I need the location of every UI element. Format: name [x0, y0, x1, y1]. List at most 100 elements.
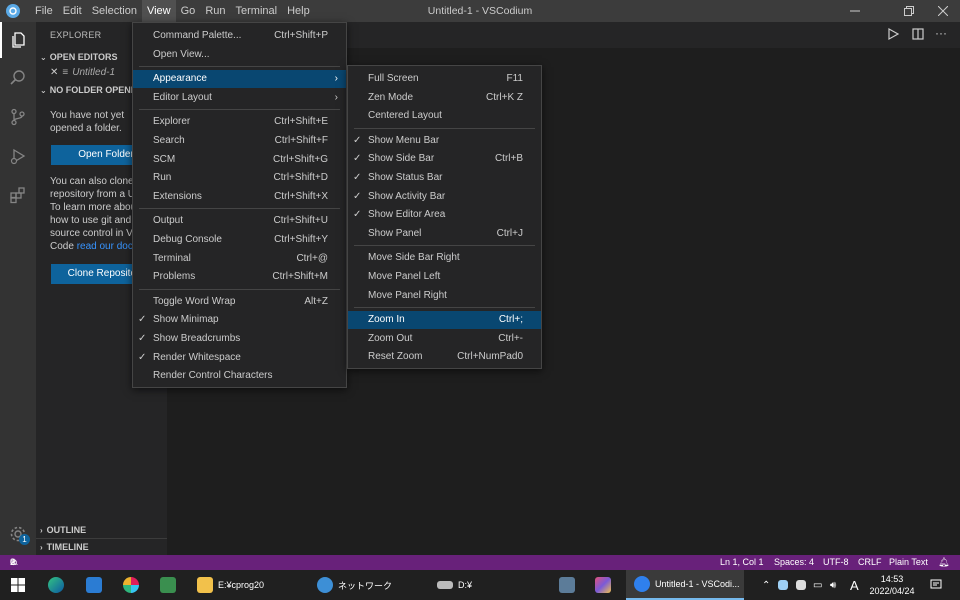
more-actions-icon[interactable]: ···	[935, 26, 947, 40]
menu-item-label: Show Editor Area	[368, 209, 446, 221]
cursor-position[interactable]: Ln 1, Col 1	[720, 555, 764, 570]
start-button[interactable]	[11, 570, 25, 600]
menu-item-shortcut: Ctrl+-	[498, 332, 523, 344]
line-endings[interactable]: CRLF	[858, 555, 882, 570]
menu-item-show-activity-bar[interactable]: ✓ Show Activity Bar	[348, 188, 541, 206]
menu-run[interactable]: Run	[200, 0, 230, 22]
menu-item-full-screen[interactable]: Full Screen F11	[348, 70, 541, 88]
app-taskbar-icon[interactable]	[160, 570, 181, 600]
menu-item-scm[interactable]: SCM Ctrl+Shift+G	[133, 151, 346, 169]
search-activity[interactable]	[0, 60, 36, 96]
network-tray-icon[interactable]: ▭	[813, 570, 822, 600]
menu-item-zen-mode[interactable]: Zen Mode Ctrl+K Z	[348, 89, 541, 107]
restore-button[interactable]	[894, 0, 924, 22]
network-icon	[317, 577, 333, 593]
menu-view[interactable]: View	[141, 0, 176, 22]
menu-go[interactable]: Go	[176, 0, 201, 22]
action-center-icon[interactable]	[930, 570, 942, 600]
menu-item-show-status-bar[interactable]: ✓ Show Status Bar	[348, 169, 541, 187]
menu-item-problems[interactable]: Problems Ctrl+Shift+M	[133, 268, 346, 286]
run-debug-icon	[10, 148, 26, 165]
warnings-count: 0	[10, 557, 16, 567]
menu-item-reset-zoom[interactable]: Reset Zoom Ctrl+NumPad0	[348, 348, 541, 366]
menu-item-editor-layout[interactable]: Editor Layout ›	[133, 89, 346, 107]
menu-item-appearance[interactable]: Appearance ›	[133, 70, 346, 89]
run-file-button[interactable]	[887, 27, 900, 43]
drive-icon	[437, 581, 453, 589]
menu-item-centered-layout[interactable]: Centered Layout	[348, 107, 541, 125]
menu-item-run[interactable]: Run Ctrl+Shift+D	[133, 169, 346, 187]
timeline-section[interactable]: › TIMELINE	[36, 538, 167, 554]
vscodium-icon	[634, 576, 650, 592]
close-icon	[938, 6, 948, 16]
calculator-taskbar-icon[interactable]	[559, 570, 580, 600]
menu-item-show-editor-area[interactable]: ✓ Show Editor Area	[348, 206, 541, 224]
paint-taskbar-icon[interactable]	[595, 570, 616, 600]
menu-file[interactable]: File	[30, 0, 58, 22]
tray-onedrive-icon[interactable]	[778, 570, 793, 600]
menu-item-move-side-bar-right[interactable]: Move Side Bar Right	[348, 249, 541, 267]
menu-selection[interactable]: Selection	[87, 0, 142, 22]
notifications-bell-icon[interactable]: 🔔︎	[938, 555, 949, 570]
menu-item-zoom-in[interactable]: Zoom In Ctrl+;	[348, 311, 541, 330]
menu-item-move-panel-left[interactable]: Move Panel Left	[348, 268, 541, 286]
menu-item-render-whitespace[interactable]: ✓ Render Whitespace	[133, 349, 346, 367]
menu-item-show-side-bar[interactable]: ✓ Show Side Bar Ctrl+B	[348, 150, 541, 168]
show-hidden-icons[interactable]: ⌃	[762, 570, 770, 600]
manage-activity[interactable]: 1	[0, 516, 36, 552]
menu-item-toggle-word-wrap[interactable]: Toggle Word Wrap Alt+Z	[133, 293, 346, 311]
volume-tray-icon[interactable]: 🔊︎	[830, 570, 836, 600]
explorer-taskbar-item[interactable]: E:¥cprog20	[197, 570, 264, 600]
network-taskbar-item[interactable]: ネットワーク	[317, 570, 392, 600]
chevron-right-icon: ›	[40, 543, 43, 552]
menu-separator	[139, 288, 340, 290]
outline-section[interactable]: › OUTLINE	[36, 522, 167, 538]
language-mode[interactable]: Plain Text	[889, 555, 928, 570]
encoding[interactable]: UTF-8	[823, 555, 849, 570]
menu-item-open-view[interactable]: Open View...	[133, 46, 346, 64]
ime-indicator[interactable]: A	[850, 570, 859, 600]
menu-item-show-minimap[interactable]: ✓ Show Minimap	[133, 311, 346, 329]
open-editor-item[interactable]: ✕ ≡ Untitled-1	[50, 66, 115, 80]
menu-item-move-panel-right[interactable]: Move Panel Right	[348, 287, 541, 305]
menu-item-shortcut: Ctrl+Shift+P	[274, 30, 328, 41]
explorer-activity[interactable]	[0, 22, 36, 58]
scm-activity[interactable]	[0, 99, 36, 135]
menu-item-label: Show Status Bar	[368, 172, 443, 183]
menu-item-output[interactable]: Output Ctrl+Shift+U	[133, 212, 346, 230]
split-editor-button[interactable]	[912, 28, 924, 43]
menu-terminal[interactable]: Terminal	[231, 0, 283, 22]
menu-item-zoom-out[interactable]: Zoom Out Ctrl+-	[348, 330, 541, 348]
close-editor-icon[interactable]: ✕	[50, 67, 58, 78]
menu-item-show-menu-bar[interactable]: ✓ Show Menu Bar	[348, 132, 541, 150]
menu-item-command-palette[interactable]: Command Palette... Ctrl+Shift+P	[133, 27, 346, 45]
menu-item-terminal[interactable]: Terminal Ctrl+@	[133, 250, 346, 268]
menu-item-search[interactable]: Search Ctrl+Shift+F	[133, 132, 346, 150]
menu-item-shortcut: Ctrl+Shift+U	[273, 215, 328, 227]
menu-item-debug-console[interactable]: Debug Console Ctrl+Shift+Y	[133, 231, 346, 249]
read-docs-link[interactable]: read our doc	[77, 241, 133, 252]
tray-app-icon[interactable]	[796, 570, 811, 600]
extensions-activity[interactable]	[0, 177, 36, 213]
menu-item-explorer[interactable]: Explorer Ctrl+Shift+E	[133, 113, 346, 131]
menu-item-shortcut: Ctrl+;	[498, 314, 523, 326]
menu-help[interactable]: Help	[282, 0, 315, 22]
mail-taskbar-icon[interactable]	[86, 570, 107, 600]
menu-item-show-panel[interactable]: Show Panel Ctrl+J	[348, 225, 541, 243]
menu-item-label: Zoom Out	[368, 332, 413, 344]
outline-label: OUTLINE	[46, 525, 87, 535]
slack-taskbar-icon[interactable]	[123, 570, 144, 600]
vscodium-taskbar-item[interactable]: Untitled-1 - VSCodi...	[626, 570, 744, 600]
drive-taskbar-item[interactable]: D:¥	[437, 570, 472, 600]
edge-taskbar-icon[interactable]	[48, 570, 69, 600]
menu-item-extensions[interactable]: Extensions Ctrl+Shift+X	[133, 188, 346, 206]
menu-item-label: Show Minimap	[153, 314, 219, 326]
menu-item-render-control-characters[interactable]: Render Control Characters	[133, 367, 346, 385]
run-debug-activity[interactable]	[0, 138, 36, 174]
indentation[interactable]: Spaces: 4	[774, 555, 814, 570]
menu-edit[interactable]: Edit	[58, 0, 87, 22]
close-button[interactable]	[928, 0, 958, 22]
clock[interactable]: 14:53 2022/04/24	[866, 570, 918, 600]
menu-item-show-breadcrumbs[interactable]: ✓ Show Breadcrumbs	[133, 330, 346, 348]
minimize-button[interactable]	[840, 0, 870, 22]
